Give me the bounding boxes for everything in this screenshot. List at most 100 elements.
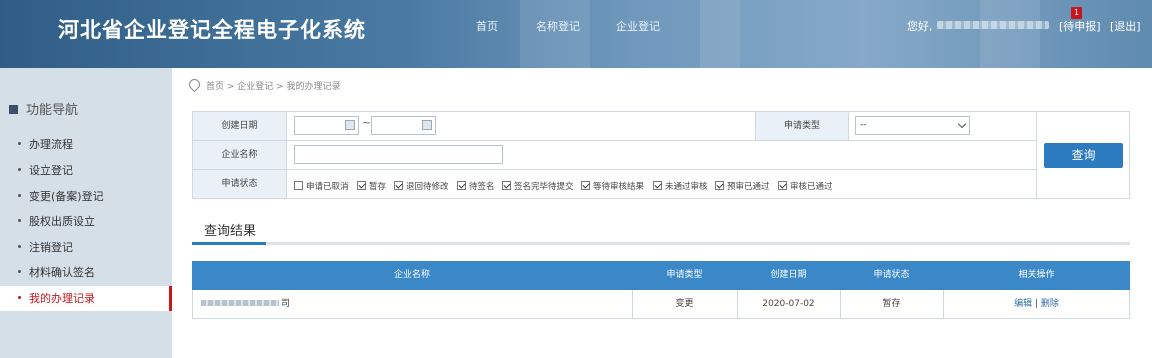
greeting: 您好, — [907, 20, 933, 33]
results-divider — [192, 242, 1130, 245]
checkbox[interactable] — [357, 181, 366, 190]
end-date-input[interactable] — [371, 116, 436, 135]
sidebar-item-sign[interactable]: 材料确认签名 — [0, 260, 172, 285]
status-checkbox-to-sign[interactable]: 待签名 — [457, 180, 495, 192]
sidebar-item-label: 变更(备案)登记 — [29, 190, 104, 203]
app-type-select[interactable]: -- — [855, 116, 970, 135]
breadcrumb: 首页 > 企业登记 > 我的办理记录 — [186, 76, 341, 93]
nav-company-registration[interactable]: 企业登记 — [616, 18, 660, 34]
checkbox[interactable] — [581, 181, 590, 190]
pending-link[interactable]: [待申报] — [1059, 18, 1101, 34]
bullet-icon — [18, 168, 21, 171]
status-checkbox-draft[interactable]: 暂存 — [357, 180, 386, 192]
start-date-input[interactable] — [294, 116, 359, 135]
checkbox[interactable] — [394, 181, 403, 190]
company-name-input[interactable] — [294, 145, 503, 164]
square-icon — [9, 105, 18, 114]
nav-name-registration[interactable]: 名称登记 — [536, 18, 580, 34]
status-checkbox-returned[interactable]: 退回待修改 — [394, 180, 449, 192]
cell-actions: 编辑 | 删除 — [943, 290, 1130, 319]
checkbox-label: 预审已通过 — [727, 182, 770, 192]
header-decoration — [520, 0, 590, 68]
checkbox-label: 暂存 — [369, 182, 387, 192]
sidebar-item-establish[interactable]: 设立登记 — [0, 158, 172, 183]
col-actions: 相关操作 — [1018, 270, 1055, 280]
sidebar-item-my-records[interactable]: 我的办理记录 — [0, 286, 172, 311]
calendar-icon[interactable] — [345, 120, 355, 130]
sidebar-title-text: 功能导航 — [26, 103, 79, 118]
company-name-label: 企业名称 — [193, 141, 287, 170]
delete-link[interactable]: 删除 — [1041, 299, 1059, 309]
company-name-suffix: 司 — [281, 299, 291, 309]
logout-link[interactable]: [退出] — [1110, 18, 1141, 34]
bullet-icon — [18, 194, 21, 197]
checkbox-label: 待签名 — [469, 182, 495, 192]
status-checkbox-signed[interactable]: 签名完毕待提交 — [502, 180, 574, 192]
checkbox-label: 等待审核结果 — [593, 182, 645, 192]
cell-status: 暂存 — [882, 299, 901, 309]
form-divider — [192, 140, 1037, 141]
user-name-redacted — [937, 21, 1049, 29]
sidebar-item-label: 股权出质设立 — [29, 215, 95, 228]
action-separator: | — [1034, 299, 1039, 309]
col-company-name: 企业名称 — [393, 270, 430, 280]
form-divider — [1036, 111, 1037, 199]
col-app-type: 申请类型 — [666, 270, 703, 280]
status-checkbox-rejected[interactable]: 未通过审核 — [653, 180, 708, 192]
sidebar-item-label: 我的办理记录 — [29, 292, 95, 305]
sidebar-title: 功能导航 — [9, 99, 78, 118]
status-checkbox-awaiting[interactable]: 等待审核结果 — [581, 180, 644, 192]
header-decoration — [980, 0, 1040, 68]
sidebar-item-label: 办理流程 — [29, 138, 73, 151]
checkbox-label: 退回待修改 — [406, 182, 449, 192]
status-checkbox-approved[interactable]: 审核已通过 — [778, 180, 833, 192]
status-checkbox-cancelled[interactable]: 申请已取消 — [294, 180, 349, 192]
nav-home[interactable]: 首页 — [476, 18, 498, 34]
form-divider — [192, 169, 1037, 170]
cell-create-date: 2020-07-02 — [762, 299, 815, 309]
status-label: 申请状态 — [193, 170, 287, 198]
status-checkbox-prereview-passed[interactable]: 预审已通过 — [715, 180, 770, 192]
checkbox-label: 申请已取消 — [306, 182, 349, 192]
checkbox-label: 签名完毕待提交 — [514, 182, 574, 192]
chevron-down-icon — [957, 119, 967, 129]
sidebar-item-process[interactable]: 办理流程 — [0, 132, 172, 157]
results-title: 查询结果 — [204, 224, 257, 239]
create-date-label: 创建日期 — [193, 112, 287, 141]
company-name-redacted — [201, 300, 279, 306]
cell-company-name: 司 — [201, 290, 290, 319]
bullet-icon — [18, 296, 21, 299]
checkbox[interactable] — [294, 181, 303, 190]
system-title: 河北省企业登记全程电子化系统 — [58, 18, 366, 42]
sidebar-item-label: 材料确认签名 — [29, 266, 95, 279]
app-type-label: 申请类型 — [755, 112, 849, 141]
date-range-separator: ~ — [362, 116, 372, 129]
results-tab-indicator — [192, 242, 266, 245]
sidebar-item-equity-pledge[interactable]: 股权出质设立 — [0, 209, 172, 234]
col-create-date: 创建日期 — [770, 270, 807, 280]
edit-link[interactable]: 编辑 — [1014, 299, 1032, 309]
checkbox[interactable] — [715, 181, 724, 190]
checkbox[interactable] — [653, 181, 662, 190]
bullet-icon — [18, 219, 21, 222]
header-decoration — [700, 0, 740, 68]
col-status: 申请状态 — [873, 270, 910, 280]
calendar-icon[interactable] — [422, 120, 432, 130]
checkbox[interactable] — [502, 181, 511, 190]
checkbox-label: 未通过审核 — [665, 182, 708, 192]
location-pin-icon — [186, 76, 203, 93]
sidebar-item-label: 注销登记 — [29, 241, 73, 254]
bullet-icon — [18, 142, 21, 145]
bullet-icon — [18, 245, 21, 248]
checkbox[interactable] — [457, 181, 466, 190]
bullet-icon — [18, 270, 21, 273]
sidebar-item-label: 设立登记 — [29, 164, 73, 177]
breadcrumb-text: 首页 > 企业登记 > 我的办理记录 — [206, 82, 341, 92]
sidebar-item-deregister[interactable]: 注销登记 — [0, 235, 172, 260]
checkbox[interactable] — [778, 181, 787, 190]
cell-app-type: 变更 — [675, 299, 694, 309]
app-type-value: -- — [860, 120, 867, 130]
query-button[interactable]: 查询 — [1044, 143, 1123, 168]
sidebar-item-change[interactable]: 变更(备案)登记 — [0, 184, 172, 209]
checkbox-label: 审核已通过 — [790, 182, 833, 192]
